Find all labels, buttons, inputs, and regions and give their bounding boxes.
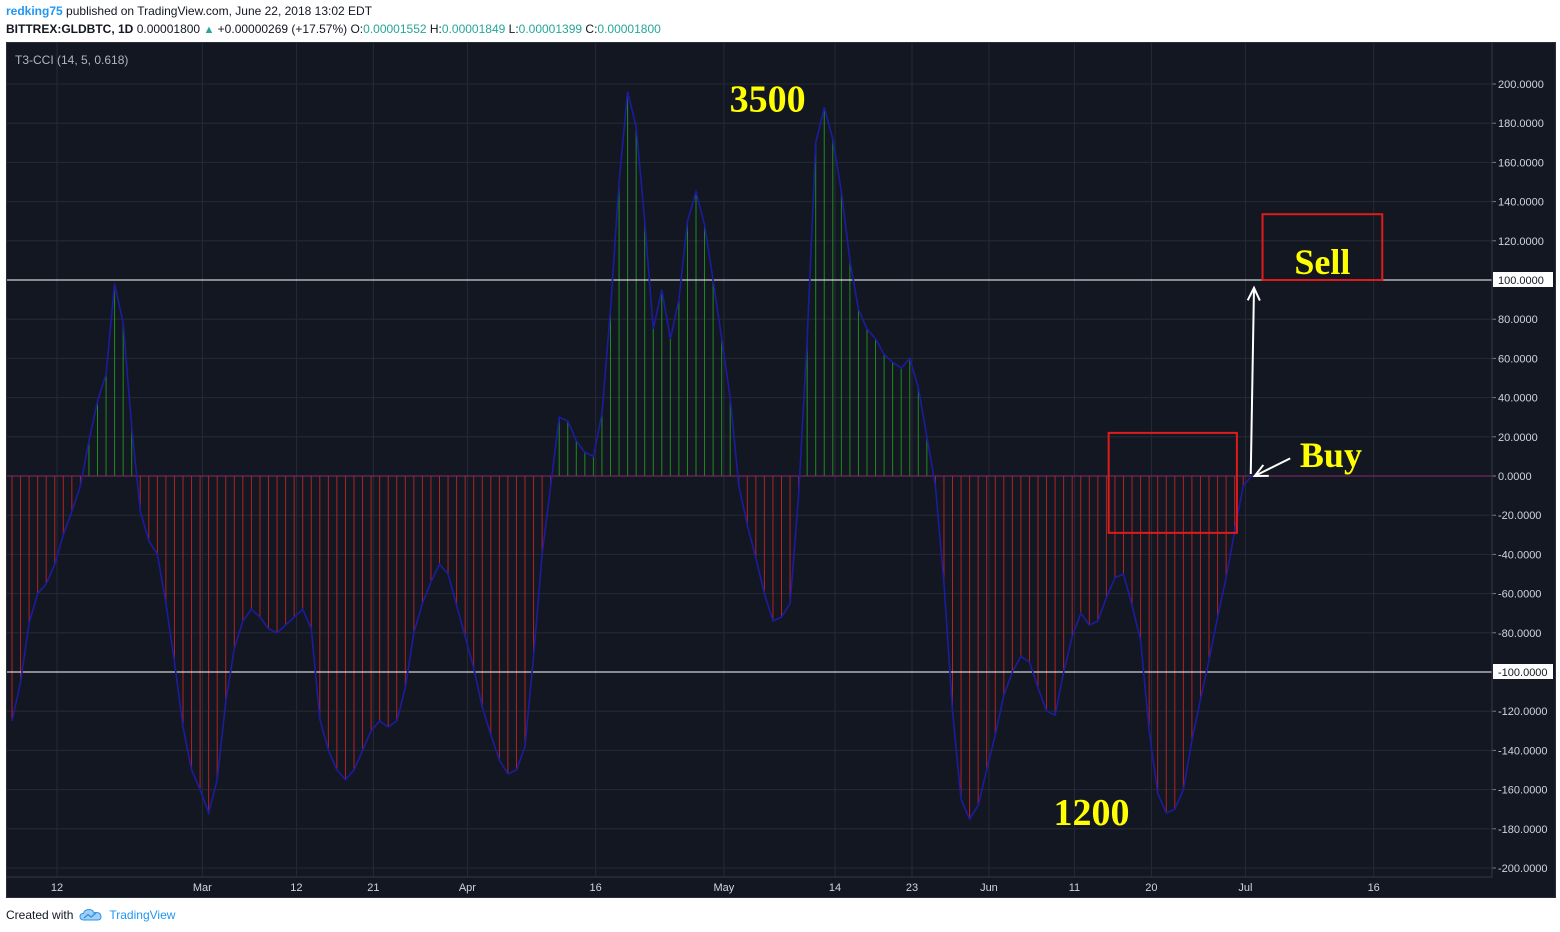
open-value: 0.00001552	[363, 22, 427, 36]
close-value: 0.00001800	[597, 22, 661, 36]
chart-panel[interactable]: 200.0000 180.0000 160.0000 140.0000 120.0000…	[6, 42, 1556, 898]
tradingview-cloud-icon	[79, 908, 102, 921]
annotation-1200-label: 1200	[1054, 792, 1130, 834]
buy-arrow	[1254, 457, 1291, 477]
y-tick-label: -100.0000	[1498, 667, 1548, 679]
y-tick-label: -80.0000	[1498, 628, 1541, 640]
sell-label: Sell	[1294, 242, 1350, 282]
x-tick-label: 12	[51, 882, 63, 894]
x-tick-label: May	[714, 882, 735, 894]
y-tick-label: -20.0000	[1498, 510, 1541, 522]
y-tick-label: 120.0000	[1498, 236, 1544, 248]
y-tick-label: 140.0000	[1498, 197, 1544, 209]
x-tick-label: 23	[906, 882, 918, 894]
symbol-label: BITTREX:GLDBTC, 1D	[6, 22, 134, 36]
y-tick-label: -200.0000	[1498, 863, 1548, 875]
open-label: O:	[350, 22, 364, 36]
y-tick-label: -160.0000	[1498, 785, 1548, 797]
y-tick-label: -140.0000	[1498, 745, 1548, 757]
x-tick-label: 20	[1145, 882, 1157, 894]
x-tick-label: Jun	[980, 882, 998, 894]
change-arrow-icon: ▲	[203, 24, 215, 36]
x-tick-label: 16	[1368, 882, 1380, 894]
x-tick-label: 14	[829, 882, 841, 894]
y-tick-label: 100.0000	[1498, 275, 1544, 287]
x-tick-label: Apr	[459, 882, 476, 894]
high-label: H:	[429, 22, 442, 36]
y-tick-label: 200.0000	[1498, 79, 1544, 91]
buy-label: Buy	[1300, 435, 1362, 475]
tradingview-brand-label: TradingView	[109, 908, 176, 922]
price-change: +0.00000269 (+17.57%)	[217, 22, 348, 36]
y-tick-label: -60.0000	[1498, 589, 1541, 601]
x-tick-label: 21	[367, 882, 379, 894]
y-tick-label: 0.0000	[1498, 471, 1532, 483]
x-tick-label: Jul	[1238, 882, 1252, 894]
publisher-line: redking75 published on TradingView.com, …	[6, 4, 372, 20]
sell-arrow	[1249, 287, 1255, 475]
tradingview-link[interactable]: TradingView	[79, 908, 175, 922]
published-info: published on TradingView.com, June 22, 2…	[66, 4, 373, 18]
y-tick-label: 80.0000	[1498, 314, 1538, 326]
x-tick-label: 16	[590, 882, 602, 894]
y-tick-label: 60.0000	[1498, 353, 1538, 365]
y-tick-label: 40.0000	[1498, 393, 1538, 405]
publisher-username[interactable]: redking75	[6, 4, 63, 18]
y-tick-label: 20.0000	[1498, 432, 1538, 444]
y-tick-label: -180.0000	[1498, 824, 1548, 836]
indicator-name[interactable]: T3-CCI (14, 5, 0.618)	[15, 53, 128, 67]
x-tick-label: 12	[290, 882, 302, 894]
annotation-3500-label: 3500	[730, 79, 806, 121]
x-tick-label: Mar	[193, 882, 212, 894]
y-tick-label: 160.0000	[1498, 157, 1544, 169]
created-with-label: Created with	[6, 908, 74, 922]
last-price: 0.00001800	[136, 22, 201, 36]
x-tick-label: 11	[1069, 882, 1080, 894]
close-label: C:	[585, 22, 598, 36]
symbol-info-line: BITTREX:GLDBTC, 1D 0.00001800 ▲ +0.00000…	[6, 22, 661, 38]
y-tick-label: 180.0000	[1498, 118, 1544, 130]
low-label: L:	[508, 22, 519, 36]
cci-line	[11, 91, 1253, 821]
low-value: 0.00001399	[518, 22, 583, 36]
footer: Created with TradingView	[6, 906, 175, 924]
high-value: 0.00001849	[441, 22, 506, 36]
y-tick-label: -120.0000	[1498, 706, 1548, 718]
y-tick-label: -40.0000	[1498, 549, 1541, 561]
cci-chart[interactable]: 200.0000180.0000160.0000140.0000120.0000…	[7, 43, 1555, 897]
